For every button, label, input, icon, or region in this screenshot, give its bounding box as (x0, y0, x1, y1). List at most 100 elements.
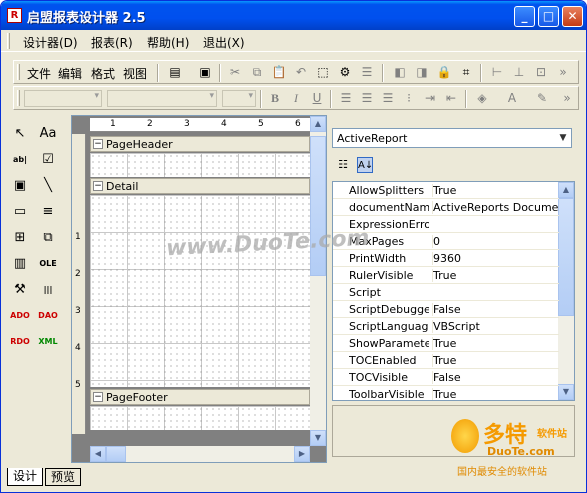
pageheader-band[interactable] (90, 153, 310, 177)
maximize-button[interactable]: □ (538, 6, 559, 27)
undo-icon[interactable]: ↶ (293, 64, 309, 80)
property-value[interactable]: True (432, 388, 558, 400)
tools-icon[interactable]: ⚒ (9, 279, 31, 301)
font-color-icon[interactable]: A (504, 90, 520, 106)
chevron-down-icon[interactable]: ▼ (555, 129, 571, 147)
style-combo[interactable] (24, 90, 102, 107)
minimize-button[interactable]: _ (514, 6, 535, 27)
band-header-pagefooter[interactable]: − PageFooter (90, 389, 310, 405)
scroll-down-button[interactable]: ▼ (310, 430, 326, 446)
property-row[interactable]: ToolbarVisible True (333, 386, 559, 400)
copy-icon[interactable]: ⧉ (249, 64, 265, 80)
barcode2-icon[interactable]: ||| (37, 279, 59, 301)
scroll-up-button[interactable]: ▲ (310, 116, 326, 132)
picture-icon[interactable]: ▣ (9, 175, 31, 197)
textbox-icon[interactable]: ab| (9, 149, 31, 171)
send-back-icon[interactable]: ◨ (414, 64, 430, 80)
property-value[interactable]: False (432, 303, 558, 316)
properties-icon[interactable]: ▤ (167, 64, 183, 80)
rdo-icon[interactable]: RDO (9, 331, 31, 353)
scroll-down-button[interactable]: ▼ (558, 384, 574, 400)
align-left-icon[interactable]: ☰ (338, 90, 354, 106)
menu-designer[interactable]: 设计器(D) (23, 34, 78, 51)
menu-report[interactable]: 报表(R) (91, 34, 133, 51)
ole-icon[interactable]: OLE (37, 253, 59, 275)
size-icon[interactable]: ⊡ (533, 64, 549, 80)
property-value[interactable]: True (432, 337, 558, 350)
property-row[interactable]: TOCVisible False (333, 369, 559, 386)
toolbar-file[interactable]: 文件 (27, 65, 51, 82)
property-row[interactable]: TOCEnabled True (333, 352, 559, 369)
title-bar[interactable]: R 启盟报表设计器 2.5 _ □ ✕ (1, 1, 586, 30)
property-row[interactable]: AllowSplitters True (333, 182, 559, 199)
dao-icon[interactable]: DAO (37, 305, 59, 327)
property-row[interactable]: ScriptLanguage VBScript (333, 318, 559, 335)
pointer-icon[interactable]: ↖ (9, 123, 31, 145)
alphabetical-icon[interactable]: A↓ (357, 157, 373, 173)
band-header-detail[interactable]: − Detail (90, 178, 310, 194)
property-row[interactable]: documentName ActiveReports Document (333, 199, 559, 216)
bullets-icon[interactable]: ⁝ (401, 90, 417, 106)
design-horizontal-scrollbar[interactable]: ◀ ▶ (90, 446, 310, 462)
h-spacing-icon[interactable]: ⊢ (489, 64, 505, 80)
property-value[interactable]: True (432, 269, 558, 282)
snap-icon[interactable]: ⌗ (458, 64, 474, 80)
property-scrollbar[interactable]: ▲ ▼ (558, 182, 574, 400)
band-header-pageheader[interactable]: − PageHeader (90, 136, 310, 152)
property-value[interactable]: True (432, 184, 558, 197)
toolbar-view[interactable]: 视图 (123, 65, 147, 82)
toolbar-grip[interactable] (17, 64, 20, 80)
design-vertical-scrollbar[interactable]: ▲ ▼ (310, 116, 326, 446)
line-color-icon[interactable]: ✎ (534, 90, 550, 106)
underline-icon[interactable]: U (309, 90, 325, 106)
detail-band[interactable] (90, 195, 310, 387)
scroll-thumb[interactable] (558, 198, 574, 316)
font-size-combo[interactable] (222, 90, 256, 107)
select-all-icon[interactable]: ⬚ (315, 64, 331, 80)
checkbox-icon[interactable]: ☑ (37, 149, 59, 171)
menubar-grip[interactable] (7, 33, 10, 49)
pagebreak-icon[interactable]: ⧉ (37, 227, 59, 249)
more-icon[interactable]: » (559, 90, 575, 106)
toolbar-format[interactable]: 格式 (91, 65, 115, 82)
outdent-icon[interactable]: ⇤ (443, 90, 459, 106)
property-row[interactable]: PrintWidth 9360 (333, 250, 559, 267)
align-center-icon[interactable]: ☰ (359, 90, 375, 106)
scroll-thumb[interactable] (106, 446, 126, 462)
grid-icon[interactable]: ▣ (197, 64, 213, 80)
line-icon[interactable]: ╲ (37, 175, 59, 197)
xml-icon[interactable]: XML (37, 331, 59, 353)
richtext-icon[interactable]: ≡ (37, 201, 59, 223)
property-value[interactable]: True (432, 354, 558, 367)
pagefooter-band[interactable] (90, 406, 310, 430)
toolbar-edit[interactable]: 编辑 (58, 65, 82, 82)
scroll-up-button[interactable]: ▲ (558, 182, 574, 198)
subreport-icon[interactable]: ⊞ (9, 227, 31, 249)
indent-icon[interactable]: ⇥ (422, 90, 438, 106)
align-right-icon[interactable]: ☰ (380, 90, 396, 106)
zoom-icon[interactable]: ⚙ (337, 64, 353, 80)
tab-preview[interactable]: 预览 (45, 468, 81, 486)
bring-front-icon[interactable]: ◧ (392, 64, 408, 80)
align-icon[interactable]: ☰ (359, 64, 375, 80)
toolbar-grip[interactable] (17, 90, 20, 106)
property-value[interactable]: 9360 (432, 252, 558, 265)
property-value[interactable]: False (432, 371, 558, 384)
v-spacing-icon[interactable]: ⊥ (511, 64, 527, 80)
shape-icon[interactable]: ▭ (9, 201, 31, 223)
more-icon[interactable]: » (555, 64, 571, 80)
bold-icon[interactable]: B (267, 90, 283, 106)
property-value[interactable]: 0 (432, 235, 558, 248)
property-row[interactable]: ScriptDebuggerEFalse (333, 301, 559, 318)
scroll-left-button[interactable]: ◀ (90, 446, 106, 462)
lock-icon[interactable]: 🔒 (436, 64, 452, 80)
menu-help[interactable]: 帮助(H) (147, 34, 189, 51)
barcode-icon[interactable]: ▥ (9, 253, 31, 275)
property-value[interactable]: ActiveReports Document (432, 201, 558, 214)
categorized-icon[interactable]: ☷ (335, 157, 351, 173)
property-row[interactable]: RulerVisible True (333, 267, 559, 284)
italic-icon[interactable]: I (288, 90, 304, 106)
font-combo[interactable] (107, 90, 217, 107)
property-row[interactable]: ShowParameterUITrue (333, 335, 559, 352)
label-icon[interactable]: Aa (37, 123, 59, 145)
